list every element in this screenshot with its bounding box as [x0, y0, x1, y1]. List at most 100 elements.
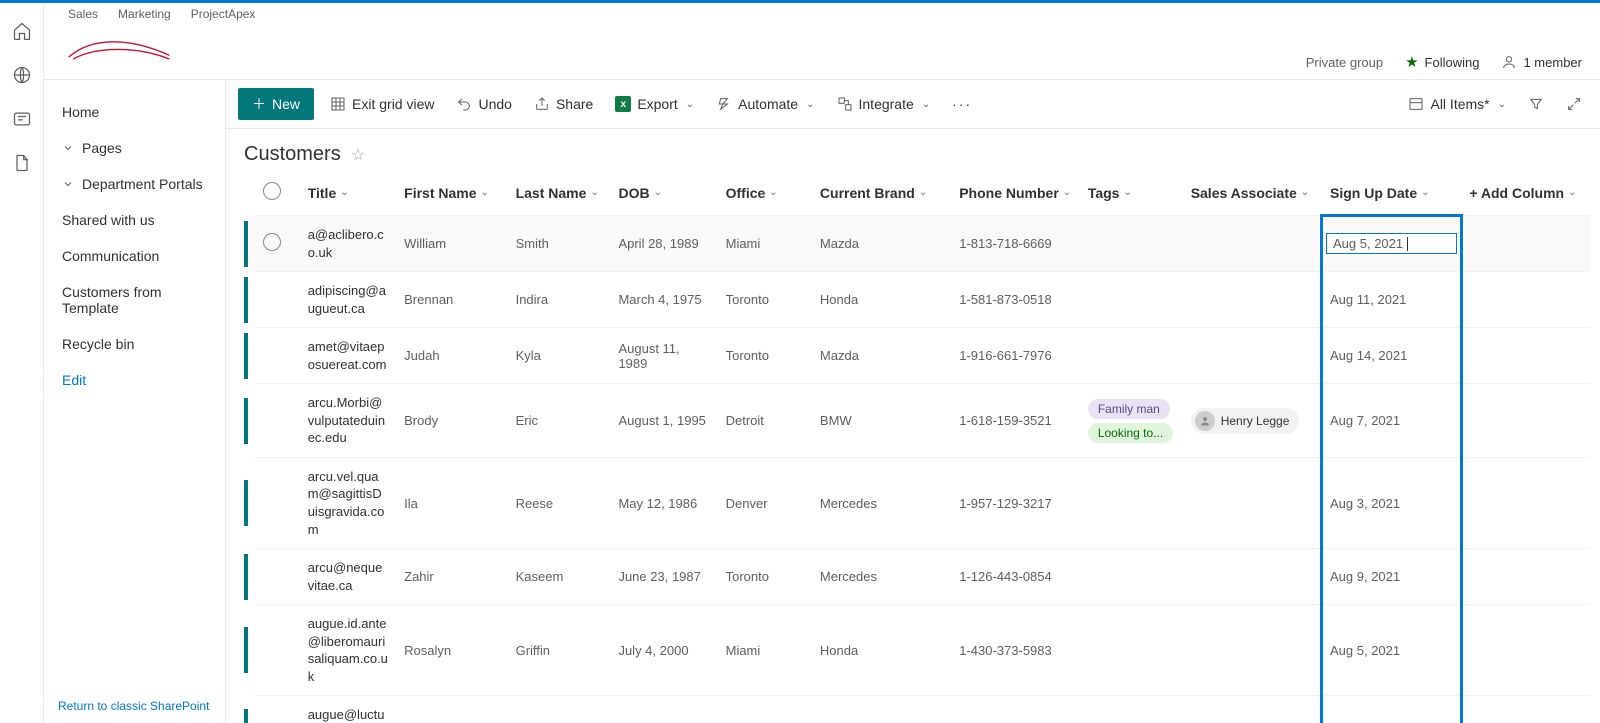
cell-phone[interactable]: 1-126-443-0854	[951, 549, 1080, 605]
cell-dob[interactable]: June 19, 1983	[610, 696, 717, 723]
col-header-sales-associate[interactable]: Sales Associate⌄	[1191, 185, 1310, 201]
automate-button[interactable]: Automate⌄	[710, 92, 820, 116]
cell-empty[interactable]	[1461, 272, 1590, 328]
cell-last-name[interactable]: Griffin	[508, 605, 611, 696]
cell-sales-associate[interactable]	[1183, 457, 1322, 548]
cell-last-name[interactable]: Smith	[508, 216, 611, 272]
cell-dob[interactable]: August 1, 1995	[610, 384, 717, 458]
expand-button[interactable]	[1560, 92, 1588, 116]
cell-office[interactable]: Toronto	[718, 272, 812, 328]
col-header-dob[interactable]: DOB⌄	[618, 185, 662, 201]
nav-department-portals[interactable]: Department Portals	[44, 166, 225, 202]
site-logo[interactable]	[64, 27, 174, 69]
nav-customers-from-template[interactable]: Customers from Template	[44, 274, 225, 326]
cell-tags[interactable]	[1080, 216, 1183, 272]
filter-button[interactable]	[1522, 92, 1550, 116]
col-header-tags[interactable]: Tags⌄	[1088, 185, 1132, 201]
cell-title[interactable]: arcu@nequevitae.ca	[300, 549, 396, 605]
cell-tags[interactable]	[1080, 696, 1183, 723]
cell-title[interactable]: arcu.Morbi@vulputateduinec.edu	[300, 384, 396, 458]
cell-sign-up-date[interactable]: Aug 14, 2021	[1322, 696, 1461, 723]
nav-communication[interactable]: Communication	[44, 238, 225, 274]
row-select-toggle[interactable]	[263, 233, 281, 251]
view-selector[interactable]: All Items*⌄	[1402, 92, 1512, 116]
cell-brand[interactable]: Honda	[812, 605, 951, 696]
cell-last-name[interactable]: Reese	[508, 457, 611, 548]
cell-dob[interactable]: May 12, 1986	[610, 457, 717, 548]
cell-office[interactable]: Toronto	[718, 696, 812, 723]
cell-brand[interactable]: Mercedes	[812, 457, 951, 548]
cell-sign-up-date[interactable]: Aug 11, 2021	[1322, 272, 1461, 328]
cell-sign-up-date[interactable]: Aug 3, 2021	[1322, 457, 1461, 548]
cell-tags[interactable]	[1080, 328, 1183, 384]
cell-sign-up-date[interactable]: Aug 7, 2021	[1322, 384, 1461, 458]
add-column-button[interactable]: + Add Column⌄	[1469, 185, 1576, 201]
cell-brand[interactable]: Honda	[812, 272, 951, 328]
col-header-last-name[interactable]: Last Name⌄	[516, 185, 599, 201]
cell-phone[interactable]: 1-581-873-0518	[951, 272, 1080, 328]
new-button[interactable]: ＋New	[238, 88, 314, 120]
cell-phone[interactable]: 1-618-159-3521	[951, 384, 1080, 458]
col-header-office[interactable]: Office⌄	[726, 185, 778, 201]
nav-home[interactable]: Home	[44, 94, 225, 130]
share-button[interactable]: Share	[528, 92, 599, 116]
cell-office[interactable]: Toronto	[718, 328, 812, 384]
cell-first-name[interactable]: Brennan	[396, 272, 507, 328]
cell-office[interactable]: Toronto	[718, 549, 812, 605]
cell-sales-associate[interactable]	[1183, 216, 1322, 272]
cell-tags[interactable]: Family manLooking to...	[1080, 384, 1183, 458]
cell-first-name[interactable]: Ila	[396, 457, 507, 548]
cell-first-name[interactable]: Cora	[396, 696, 507, 723]
exit-grid-view-button[interactable]: Exit grid view	[324, 92, 440, 116]
favorite-icon[interactable]: ☆	[351, 145, 365, 165]
globe-icon[interactable]	[12, 65, 32, 85]
cell-sales-associate[interactable]	[1183, 605, 1322, 696]
cell-empty[interactable]	[1461, 549, 1590, 605]
cell-title[interactable]: amet@vitaeposuereat.com	[300, 328, 396, 384]
nav-shared-with-us[interactable]: Shared with us	[44, 202, 225, 238]
cell-sales-associate[interactable]	[1183, 328, 1322, 384]
follow-toggle[interactable]: ★Following	[1405, 53, 1479, 71]
files-icon[interactable]	[12, 153, 32, 173]
cell-tags[interactable]	[1080, 272, 1183, 328]
undo-button[interactable]: Undo	[450, 92, 517, 116]
nav-edit[interactable]: Edit	[44, 362, 225, 398]
cell-dob[interactable]: August 11, 1989	[610, 328, 717, 384]
cell-dob[interactable]: July 4, 2000	[610, 605, 717, 696]
cell-empty[interactable]	[1461, 457, 1590, 548]
cell-last-name[interactable]: Kyla	[508, 328, 611, 384]
cell-phone[interactable]: 1-813-718-6669	[951, 216, 1080, 272]
cell-brand[interactable]: Mazda	[812, 328, 951, 384]
return-classic-link[interactable]: Return to classic SharePoint	[44, 689, 225, 723]
cell-phone[interactable]: 1-916-661-7976	[951, 328, 1080, 384]
more-button[interactable]: ···	[946, 92, 978, 116]
cell-sign-up-date[interactable]: Aug 5, 2021	[1322, 216, 1461, 272]
cell-office[interactable]: Detroit	[718, 384, 812, 458]
cell-tags[interactable]	[1080, 605, 1183, 696]
cell-sign-up-date[interactable]: Aug 5, 2021	[1322, 605, 1461, 696]
cell-title[interactable]: a@aclibero.co.uk	[300, 216, 396, 272]
cell-last-name[interactable]: Kaseem	[508, 549, 611, 605]
export-button[interactable]: xExport⌄	[609, 92, 700, 116]
cell-empty[interactable]	[1461, 216, 1590, 272]
cell-phone[interactable]: 1-430-373-5983	[951, 605, 1080, 696]
cell-last-name[interactable]: Indira	[508, 272, 611, 328]
nav-pages[interactable]: Pages	[44, 130, 225, 166]
cell-first-name[interactable]: Judah	[396, 328, 507, 384]
cell-sales-associate[interactable]: Henry Legge	[1183, 384, 1322, 458]
table-row[interactable]: adipiscing@augueut.caBrennanIndiraMarch …	[244, 272, 1590, 328]
table-row[interactable]: arcu.vel.quam@sagittisDuisgravida.comIla…	[244, 457, 1590, 548]
cell-last-name[interactable]: Blossom	[508, 696, 611, 723]
home-icon[interactable]	[12, 21, 32, 41]
cell-sales-associate[interactable]	[1183, 272, 1322, 328]
cell-title[interactable]: arcu.vel.quam@sagittisDuisgravida.com	[300, 457, 396, 548]
col-header-first-name[interactable]: First Name⌄	[404, 185, 489, 201]
tag-pill[interactable]: Looking to...	[1088, 423, 1173, 443]
cell-title[interactable]: adipiscing@augueut.ca	[300, 272, 396, 328]
news-icon[interactable]	[12, 109, 32, 129]
cell-empty[interactable]	[1461, 605, 1590, 696]
cell-empty[interactable]	[1461, 328, 1590, 384]
col-header-sign-up-date[interactable]: Sign Up Date⌄	[1330, 185, 1430, 201]
cell-brand[interactable]: Mercedes	[812, 549, 951, 605]
col-header-phone[interactable]: Phone Number⌄	[959, 185, 1071, 201]
